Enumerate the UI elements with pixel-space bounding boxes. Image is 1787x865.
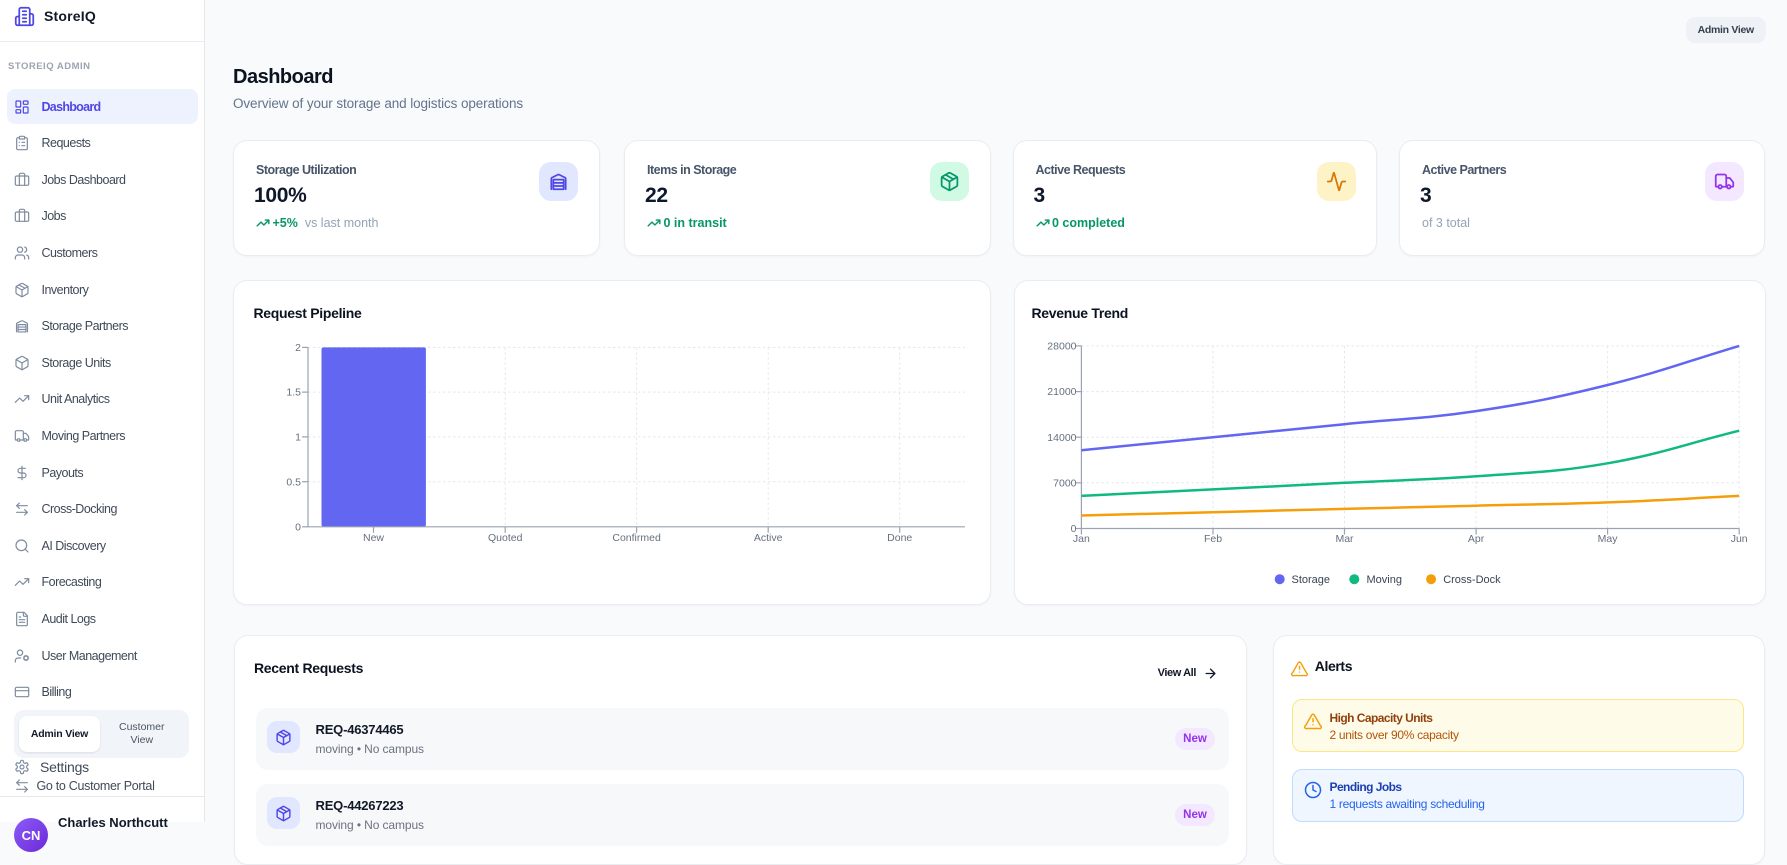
svg-text:Apr: Apr	[1467, 533, 1484, 545]
svg-text:Storage: Storage	[1291, 574, 1330, 586]
svg-text:Confirmed: Confirmed	[612, 532, 661, 544]
svg-text:Active: Active	[754, 532, 783, 544]
svg-text:1.5: 1.5	[286, 387, 301, 399]
svg-text:Moving: Moving	[1366, 574, 1401, 586]
svg-text:0.5: 0.5	[286, 476, 301, 488]
svg-text:Cross-Dock: Cross-Dock	[1443, 574, 1501, 586]
svg-text:1: 1	[295, 432, 301, 444]
svg-text:Jun: Jun	[1730, 533, 1747, 545]
svg-text:New: New	[363, 532, 384, 544]
svg-text:Done: Done	[887, 532, 912, 544]
svg-text:Quoted: Quoted	[488, 532, 523, 544]
svg-text:14000: 14000	[1047, 432, 1076, 444]
svg-text:0: 0	[295, 521, 301, 533]
svg-text:21000: 21000	[1047, 386, 1076, 398]
svg-text:Jan: Jan	[1072, 533, 1089, 545]
svg-text:May: May	[1597, 533, 1618, 545]
svg-text:7000: 7000	[1053, 477, 1077, 489]
svg-text:28000: 28000	[1047, 341, 1076, 353]
svg-text:2: 2	[295, 342, 301, 354]
svg-text:Feb: Feb	[1203, 533, 1221, 545]
svg-text:Mar: Mar	[1335, 533, 1354, 545]
